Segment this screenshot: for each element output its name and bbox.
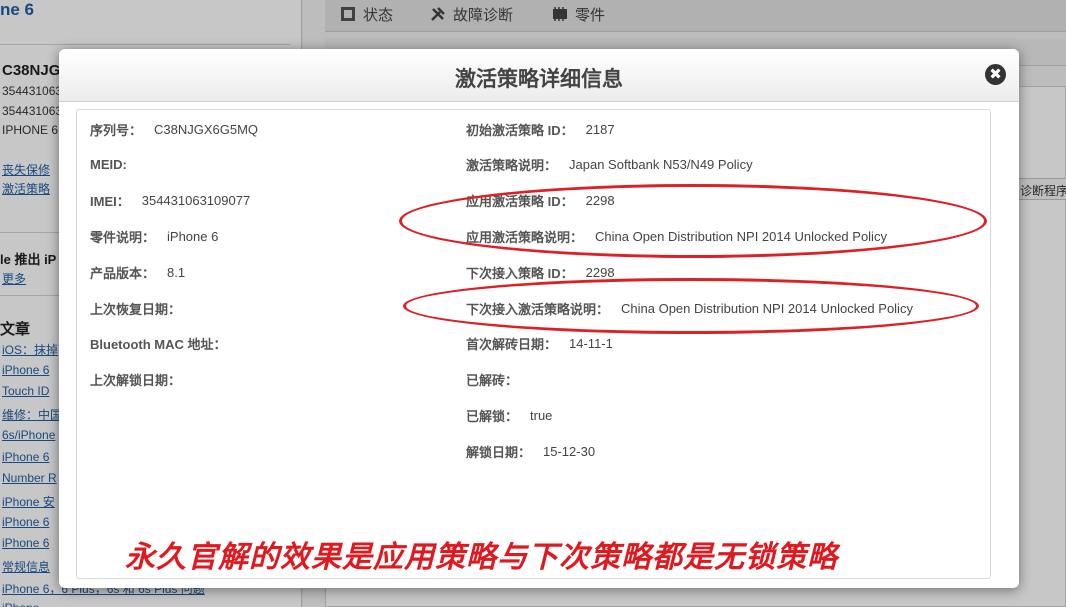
field-value: 8.1	[167, 264, 186, 280]
field-label: 上次恢复日期：	[90, 301, 182, 317]
field-label: 激活策略说明：	[466, 158, 558, 174]
field-label: 下次接入策略 ID：	[466, 265, 574, 281]
activation-policy-modal: 激活策略详细信息 ✖ 序列号： C38NJGX6G5MQ MEID: IMEI： 354…	[59, 49, 1019, 588]
modal-body: 序列号： C38NJGX6G5MQ MEID: IMEI： 35443106310907…	[76, 109, 991, 579]
field-row: 已解锁： true	[466, 404, 552, 426]
field-row: 首次解砖日期： 14-11-1	[466, 333, 613, 355]
field-label: Bluetooth MAC 地址：	[90, 337, 227, 353]
field-row: 零件说明： iPhone 6	[90, 225, 218, 247]
field-value: true	[530, 407, 553, 423]
field-value: Japan Softbank N53/N49 Policy	[569, 157, 753, 173]
annotation-text: 永久官解的效果是应用策略与下次策略都是无锁策略	[125, 541, 838, 574]
field-row: 产品版本： 8.1	[90, 261, 185, 283]
field-value: C38NJGX6G5MQ	[154, 121, 259, 137]
field-label: 产品版本：	[90, 265, 156, 281]
field-value: 14-11-1	[569, 336, 613, 352]
field-value: 15-12-30	[543, 443, 596, 459]
field-label: 解锁日期：	[466, 444, 532, 460]
modal-title: 激活策略详细信息	[455, 68, 623, 91]
field-label: 零件说明：	[90, 229, 156, 245]
field-row: Bluetooth MAC 地址：	[90, 333, 238, 355]
field-value: 2298	[585, 264, 615, 280]
field-value: iPhone 6	[167, 228, 219, 244]
highlight-ellipse	[403, 278, 979, 334]
field-row: 上次恢复日期：	[90, 297, 193, 319]
field-value: 2187	[585, 121, 615, 137]
modal-header: 激活策略详细信息 ✖	[59, 49, 1019, 102]
field-row: 初始激活策略 ID： 2187	[466, 118, 615, 140]
field-row: 序列号： C38NJGX6G5MQ	[90, 118, 258, 140]
highlight-ellipse	[399, 184, 987, 258]
field-label: IMEI：	[90, 194, 130, 210]
field-value: 354431063109077	[141, 193, 251, 209]
field-row: 已解砖：	[466, 369, 530, 391]
field-label: 初始激活策略 ID：	[466, 122, 574, 138]
field-row: 上次解锁日期：	[90, 369, 193, 391]
field-label: MEID:	[90, 157, 127, 173]
field-label: 序列号：	[90, 122, 143, 138]
field-row: 激活策略说明： Japan Softbank N53/N49 Policy	[466, 154, 753, 176]
field-row: MEID:	[90, 154, 139, 176]
field-label: 已解砖：	[466, 373, 519, 389]
field-row: 解锁日期： 15-12-30	[466, 440, 595, 462]
close-icon[interactable]: ✖	[985, 64, 1006, 85]
field-row: IMEI： 354431063109077	[90, 190, 250, 212]
field-label: 首次解砖日期：	[466, 337, 558, 353]
field-label: 已解锁：	[466, 408, 519, 424]
field-label: 上次解锁日期：	[90, 373, 182, 389]
